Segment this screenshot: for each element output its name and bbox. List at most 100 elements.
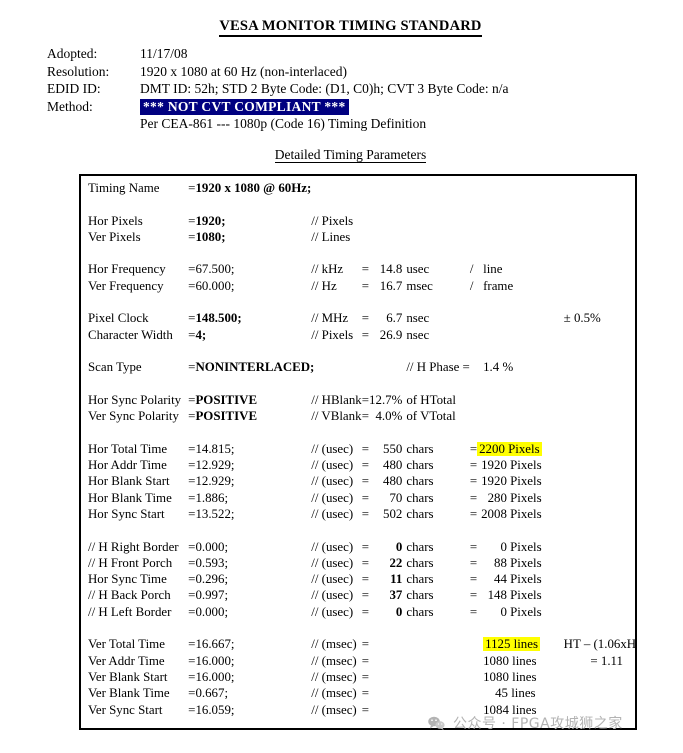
timing-equals-3 [470, 213, 477, 229]
timing-unit: // Pixels [311, 213, 354, 228]
timing-equals: = [188, 588, 196, 603]
timing-equals-2: = [361, 474, 370, 489]
timing-param-name: Hor Sync Start [88, 506, 165, 521]
timing-pixels [477, 180, 542, 196]
timing-value: 13.522; [195, 506, 235, 521]
timing-row-gap [88, 620, 635, 636]
timing-equals: = [188, 686, 196, 701]
timing-count-unit: chars [406, 458, 434, 473]
timing-pixels: 1920 Pixels [481, 458, 542, 473]
timing-param-name: Pixel Clock [88, 311, 149, 326]
timing-value: 16.000; [195, 669, 235, 684]
timing-unit: // (usec) [311, 555, 354, 570]
timing-row-gap [88, 343, 635, 359]
timing-row-gap [88, 718, 635, 728]
timing-value: 12.929; [195, 458, 235, 473]
timing-row: Ver Frequency = 60.000;// Hz = 16.7 msec / fram… [88, 278, 635, 294]
timing-param-name: Hor Blank Time [88, 490, 172, 505]
timing-unit [311, 180, 362, 196]
timing-pixels: 2200 Pixels [477, 441, 542, 457]
meta-row-method: Method: *** NOT CVT COMPLIANT *** [47, 98, 683, 116]
timing-pixels: 0 Pixels [500, 539, 542, 554]
timing-count-unit [406, 180, 469, 196]
timing-count-unit: of HTotal [406, 392, 456, 407]
timing-extra-note [542, 539, 635, 555]
timing-equals-2: = [361, 572, 370, 587]
timing-row: Timing Name = 1920 x 1080 @ 60Hz; [88, 180, 635, 196]
timing-value: 0.000; [195, 604, 229, 619]
timing-pixels: 45 lines [495, 686, 536, 701]
timing-value: 60.000; [195, 278, 235, 293]
timing-gap-cell [88, 245, 635, 261]
timing-value: 0.593; [195, 555, 229, 570]
timing-param-name: Ver Sync Polarity [88, 409, 179, 424]
timing-equals-2: = [361, 506, 370, 521]
timing-equals-3 [470, 180, 477, 196]
timing-unit: // (usec) [311, 572, 354, 587]
timing-gap-cell [88, 620, 635, 636]
timing-pixels [477, 392, 542, 408]
timing-equals-2 [362, 229, 369, 245]
timing-equals-3 [470, 685, 477, 701]
timing-param-name: Hor Blank Start [88, 474, 170, 489]
timing-row: Hor Blank Time = 1.886;// (usec) = 70 chars = 2… [88, 490, 635, 506]
timing-equals-2: = [361, 392, 370, 407]
timing-value: 1080; [195, 229, 226, 244]
timing-extra-note [542, 490, 635, 506]
timing-equals-3: = [469, 555, 478, 570]
timing-count [369, 636, 406, 652]
timing-unit: // (usec) [311, 604, 354, 619]
timing-value: 1920 x 1080 @ 60Hz; [195, 181, 312, 195]
timing-equals-2: = [361, 262, 370, 277]
timing-row: Character Width = 4;// Pixels = 26.9 nsec [88, 327, 635, 343]
timing-equals: = [188, 669, 196, 684]
timing-value: 1.886; [195, 490, 229, 505]
timing-extra-note: = 1.11 [590, 653, 623, 668]
timing-equals-3: = [469, 506, 478, 521]
timing-pixels: 1125 lines [477, 636, 542, 652]
timing-equals: = [188, 474, 196, 489]
timing-unit: // (usec) [311, 490, 354, 505]
timing-row: Ver Blank Time = 0.667;// (msec) = 45 lines [88, 685, 635, 701]
timing-equals: = [188, 181, 196, 195]
timing-pixels: 1080 lines [483, 653, 537, 668]
timing-row: Hor Blank Start = 12.929;// (usec) = 480 char… [88, 473, 635, 489]
timing-value: 148.500; [195, 311, 242, 326]
timing-count: 16.7 [379, 278, 403, 293]
timing-pixels: 0 Pixels [500, 604, 542, 619]
timing-row: Hor Pixels = 1920; // Pixels [88, 213, 635, 229]
timing-equals-3 [470, 229, 477, 245]
section-heading: Detailed Timing Parameters [0, 146, 683, 163]
timing-count-unit: chars [406, 572, 434, 587]
timing-count [369, 669, 406, 685]
timing-extra-note [542, 702, 635, 718]
highlighted-value: 2200 Pixels [477, 441, 542, 456]
timing-gap-cell [88, 343, 635, 359]
meta-value-edid-id: DMT ID: 52h; STD 2 Byte Code: (D1, C0)h;… [140, 81, 509, 96]
timing-table: Timing Name = 1920 x 1080 @ 60Hz; Hor Pixel… [88, 180, 637, 728]
timing-value: 4; [195, 327, 207, 342]
timing-equals-3 [470, 653, 477, 669]
timing-row: Ver Pixels = 1080; // Lines [88, 229, 635, 245]
timing-equals-3: = [469, 572, 478, 587]
timing-equals: = [188, 702, 196, 717]
timing-equals: = [188, 213, 196, 228]
timing-count-unit [406, 702, 469, 718]
timing-equals: = [188, 572, 196, 587]
timing-unit: // Hz [311, 278, 337, 293]
timing-row: // H Front Porch = 0.593;// (usec) = 22 chars… [88, 555, 635, 571]
timing-row-gap [88, 294, 635, 310]
timing-equals-3 [470, 359, 477, 375]
timing-row: Ver Sync Start = 16.059;// (msec) = 1084 lin… [88, 702, 635, 718]
timing-pixels: 148 Pixels [487, 588, 542, 603]
timing-extra-note: HT – (1.06xHA) [563, 637, 637, 652]
timing-param-name: Hor Sync Polarity [88, 392, 182, 407]
timing-unit: // (usec) [311, 441, 354, 456]
timing-value: NONINTERLACED; [195, 360, 315, 375]
timing-param-name: Hor Total Time [88, 441, 168, 456]
timing-row: Hor Total Time = 14.815;// (usec) = 550 chars… [88, 441, 635, 457]
timing-pixels: 44 Pixels [494, 572, 542, 587]
timing-equals-2: = [361, 539, 370, 554]
timing-unit: // (msec) [311, 686, 357, 701]
timing-count: 480 [383, 458, 403, 473]
